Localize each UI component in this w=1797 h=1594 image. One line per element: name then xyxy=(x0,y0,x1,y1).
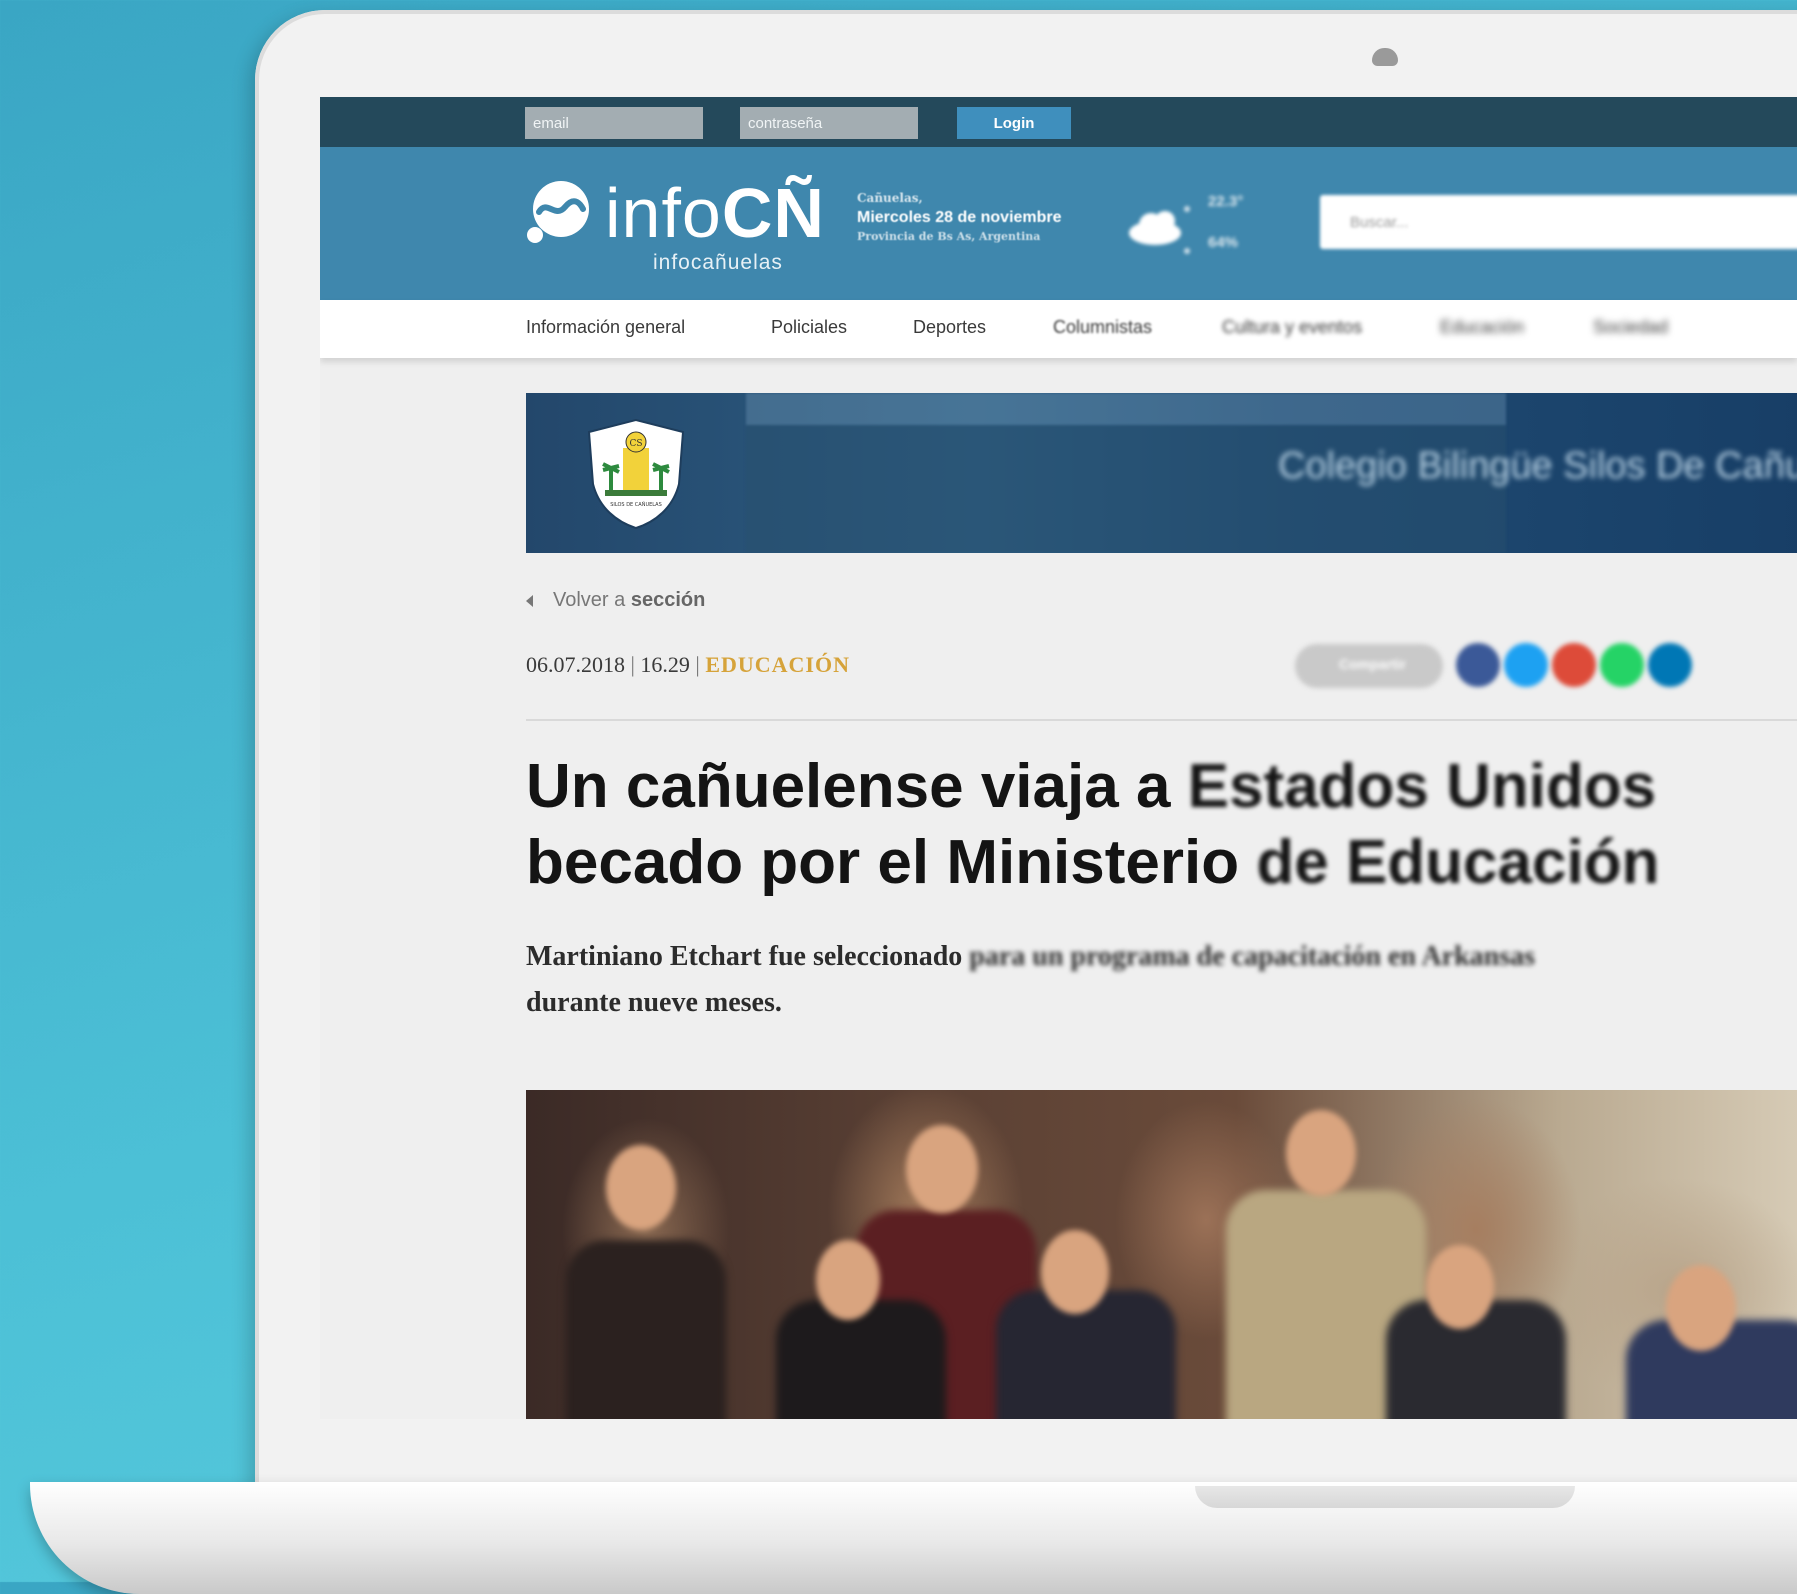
logo-subtitle: infocañuelas xyxy=(653,251,783,274)
divider xyxy=(526,719,1797,721)
school-shield-icon: CS SILOS DE CAÑUELAS xyxy=(587,418,685,530)
photo-face xyxy=(1286,1110,1356,1196)
login-bar: Login xyxy=(320,97,1797,147)
site-header: infoCÑ infocañuelas Cañuelas, Miercoles … xyxy=(320,147,1797,300)
ad-banner[interactable]: CS SILOS DE CAÑUELAS Colegio Bilingüe Si… xyxy=(526,393,1797,553)
lead-part: Martiniano Etchart fue seleccionado xyxy=(526,941,970,972)
laptop-notch xyxy=(1195,1486,1575,1508)
photo-face xyxy=(1666,1265,1736,1351)
article-time: 16.29 xyxy=(640,652,690,677)
search-input[interactable] xyxy=(1320,195,1797,249)
photo-face xyxy=(906,1125,978,1213)
shield-monogram: CS xyxy=(629,439,642,449)
share-label: Compartir xyxy=(1339,656,1406,672)
share-button[interactable]: Compartir xyxy=(1295,644,1443,688)
twitter-icon[interactable] xyxy=(1504,643,1548,687)
meta-separator: | xyxy=(695,652,700,677)
title-part: Un cañuelense viaja a xyxy=(526,752,1188,821)
title-part: becado por el Ministerio xyxy=(526,828,1257,897)
photo-person xyxy=(566,1240,726,1419)
back-arrow-icon xyxy=(526,594,533,607)
logo-wordmark[interactable]: infoCÑ xyxy=(605,173,825,253)
facebook-icon[interactable] xyxy=(1456,643,1500,687)
photo-face xyxy=(606,1145,676,1230)
title-part: Estados Unidos xyxy=(1187,752,1657,821)
lead-part: durante nueve meses. xyxy=(526,987,782,1018)
whatsapp-icon[interactable] xyxy=(1600,643,1644,687)
article-title: Un cañuelense viaja a Estados Unidos bec… xyxy=(526,749,1786,901)
humidity-value: 64% xyxy=(1208,234,1239,251)
title-part: de Educación xyxy=(1256,828,1660,897)
email-field[interactable] xyxy=(525,107,703,139)
shield-label: SILOS DE CAÑUELAS xyxy=(610,501,662,508)
login-button[interactable]: Login xyxy=(957,107,1071,139)
linkedin-icon[interactable] xyxy=(1648,643,1692,687)
article-meta: 06.07.2018 | 16.29 | EDUCACIÓN xyxy=(526,652,850,678)
article-date: 06.07.2018 xyxy=(526,652,625,677)
cloud-icon xyxy=(1129,206,1190,254)
photo-person xyxy=(776,1300,946,1419)
back-prefix: Volver a xyxy=(553,589,626,611)
nav-item-policiales[interactable]: Policiales xyxy=(771,317,847,338)
article-category[interactable]: EDUCACIÓN xyxy=(705,652,850,677)
nav-item-educacion[interactable]: Educación xyxy=(1440,317,1524,338)
logo-icon[interactable] xyxy=(525,179,591,245)
article-photo xyxy=(526,1090,1797,1419)
logo-word-bold: CÑ xyxy=(721,174,825,252)
main-nav: Información general Policiales Deportes … xyxy=(320,300,1797,358)
nav-item-deportes[interactable]: Deportes xyxy=(913,317,986,338)
temperature-value: 22.3° xyxy=(1208,193,1244,210)
meta-separator: | xyxy=(630,652,635,677)
nav-item-informacion-general[interactable]: Información general xyxy=(526,317,685,338)
date-main: Miercoles 28 de noviembre xyxy=(857,209,1062,226)
nav-item-cultura[interactable]: Cultura y eventos xyxy=(1222,317,1362,338)
photo-face xyxy=(1041,1230,1109,1314)
date-block: Cañuelas, Miercoles 28 de noviembre Prov… xyxy=(857,191,1062,243)
nav-item-sociedad[interactable]: Sociedad xyxy=(1593,317,1668,338)
article-lead: Martiniano Etchart fue seleccionado para… xyxy=(526,934,1756,1026)
banner-text: Colegio Bilingüe Silos De Cañuelas xyxy=(1278,445,1797,487)
google-plus-icon[interactable] xyxy=(1552,643,1596,687)
password-field[interactable] xyxy=(740,107,918,139)
date-city: Cañuelas, xyxy=(857,191,923,205)
camera-icon xyxy=(1372,48,1398,66)
date-province: Provincia de Bs As, Argentina xyxy=(857,230,1041,243)
back-link[interactable]: Volver a sección xyxy=(526,589,705,612)
photo-face xyxy=(1426,1245,1494,1329)
lead-part: para un programa de capacitación en Arka… xyxy=(969,941,1536,972)
logo-word-light: info xyxy=(605,174,722,252)
browser-screen: Login infoCÑ infocañuelas Cañuelas, Mier… xyxy=(320,97,1797,1419)
photo-face xyxy=(816,1240,880,1320)
back-section: sección xyxy=(630,589,706,611)
nav-item-columnistas[interactable]: Columnistas xyxy=(1053,317,1152,338)
